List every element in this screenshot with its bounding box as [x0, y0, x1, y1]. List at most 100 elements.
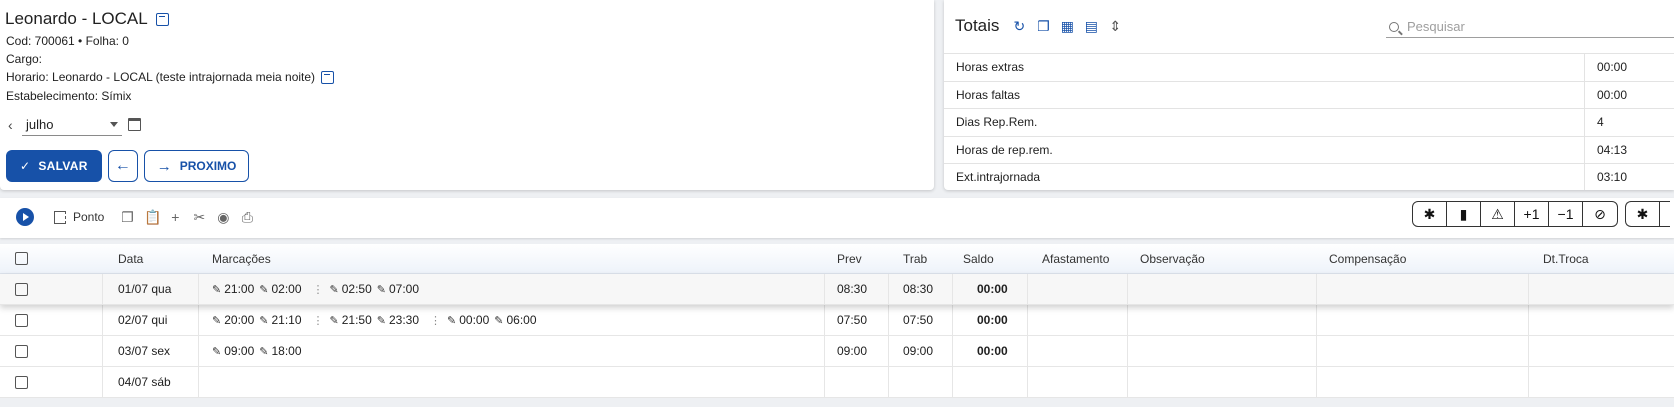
- header-data[interactable]: Data: [103, 244, 199, 273]
- afastamento-cell[interactable]: [1028, 336, 1128, 366]
- punch-entry[interactable]: ✎ 00:00: [447, 313, 489, 327]
- punch-entry[interactable]: ✎ 21:10: [259, 313, 301, 327]
- header-compensacao[interactable]: Compensação: [1317, 244, 1529, 273]
- chevron-left-icon[interactable]: ‹: [8, 117, 22, 133]
- punch-entry[interactable]: ✎ 02:00: [259, 282, 301, 296]
- table-row[interactable]: 03/07 sex ✎ 09:00 ✎ 18:00 09:00 09:00 00:00: [0, 336, 1674, 367]
- header-prev[interactable]: Prev: [825, 244, 889, 273]
- next-button[interactable]: → PROXIMO: [143, 150, 250, 182]
- action-buttons: ✓ SALVAR ← → PROXIMO: [6, 150, 250, 182]
- previous-button[interactable]: ←: [107, 150, 138, 182]
- plus-one-button[interactable]: +1: [1515, 202, 1549, 226]
- marcacoes-cell[interactable]: ✎ 09:00 ✎ 18:00: [199, 336, 825, 366]
- saldo-cell: 00:00: [953, 336, 1028, 366]
- asterisk-button[interactable]: ✱: [1626, 202, 1660, 226]
- punch-time: 18:00: [271, 344, 302, 358]
- calendar-edit-icon[interactable]: [128, 118, 141, 131]
- save-button[interactable]: ✓ SALVAR: [6, 150, 102, 182]
- punch-entry[interactable]: ✎ 18:00: [259, 344, 301, 358]
- row-checkbox[interactable]: [15, 282, 28, 296]
- header-trab[interactable]: Trab: [889, 244, 953, 273]
- dt-troca-cell[interactable]: [1529, 274, 1674, 304]
- row-checkbox[interactable]: [15, 344, 28, 358]
- afastamento-cell[interactable]: [1028, 367, 1128, 397]
- observacao-cell[interactable]: [1128, 367, 1317, 397]
- minus-one-button[interactable]: −1: [1549, 202, 1583, 226]
- extra-button[interactable]: [1660, 202, 1670, 226]
- table-row[interactable]: 02/07 qui ✎ 20:00 ✎ 21:10 ⋮ ✎ 21:50 ✎ 23:30 ⋮ ✎ 00:0…: [0, 305, 1674, 336]
- open-employee-icon[interactable]: [155, 12, 169, 26]
- date-cell: 02/07 qui: [103, 305, 199, 335]
- totals-row: Ext.intrajornada 03:10: [944, 163, 1674, 190]
- date-cell: 03/07 sex: [103, 336, 199, 366]
- header-observacao[interactable]: Observação: [1128, 244, 1317, 273]
- punch-entry[interactable]: ✎ 20:00: [212, 313, 254, 327]
- punch-entry[interactable]: ✎ 07:00: [377, 282, 419, 296]
- observacao-cell[interactable]: [1128, 336, 1317, 366]
- asterisk-button[interactable]: ✱: [1413, 202, 1447, 226]
- compensacao-cell[interactable]: [1317, 274, 1529, 304]
- punch-entry[interactable]: ✎ 23:30: [377, 313, 419, 327]
- row-checkbox[interactable]: [15, 375, 28, 389]
- eye-icon[interactable]: ◉: [216, 209, 230, 226]
- saldo-cell: 00:00: [953, 274, 1028, 304]
- copy-icon[interactable]: ❐: [120, 209, 134, 226]
- ponto-label[interactable]: Ponto: [73, 210, 104, 224]
- punch-entry[interactable]: ✎ 02:50: [330, 282, 372, 296]
- table-row[interactable]: 01/07 qua ✎ 21:00 ✎ 02:00 ⋮ ✎ 02:50 ✎ 07:00 08:30 0…: [0, 274, 1674, 305]
- header-saldo[interactable]: Saldo: [953, 244, 1028, 273]
- ponto-panel-icon[interactable]: [54, 210, 66, 224]
- warning-button[interactable]: ⚠: [1481, 202, 1515, 226]
- observacao-cell[interactable]: [1128, 305, 1317, 335]
- header-marcacoes[interactable]: Marcações: [199, 244, 825, 273]
- compensacao-cell[interactable]: [1317, 336, 1529, 366]
- play-icon[interactable]: [16, 208, 34, 226]
- compensacao-cell[interactable]: [1317, 305, 1529, 335]
- trab-cell: 09:00: [889, 336, 953, 366]
- print-icon[interactable]: ⎙: [240, 209, 254, 226]
- observacao-cell[interactable]: [1128, 274, 1317, 304]
- prev-cell: 09:00: [825, 336, 889, 366]
- punch-entry[interactable]: ✎ 09:00: [212, 344, 254, 358]
- calculator-icon[interactable]: ▦: [1060, 18, 1074, 35]
- add-icon[interactable]: +: [168, 209, 182, 225]
- punch-entry[interactable]: ✎ 06:00: [494, 313, 536, 327]
- open-horario-icon[interactable]: [321, 70, 335, 84]
- search-input[interactable]: Pesquisar: [1407, 19, 1465, 34]
- dt-troca-cell[interactable]: [1529, 336, 1674, 366]
- month-select[interactable]: julho: [22, 113, 122, 136]
- toolbar-left: Ponto ❐ 📋 + ✂ ◉ ⎙: [16, 208, 254, 226]
- afastamento-cell[interactable]: [1028, 305, 1128, 335]
- extra-buttons: ✱: [1625, 201, 1670, 227]
- pencil-icon: ✎: [329, 314, 339, 327]
- header-dt-troca[interactable]: Dt.Troca: [1529, 244, 1674, 273]
- grid-header: Data Marcações Prev Trab Saldo Afastamen…: [0, 244, 1674, 274]
- search-field[interactable]: Pesquisar: [1386, 16, 1674, 38]
- paste-icon[interactable]: 📋: [144, 209, 161, 226]
- totals-header: Totais ↻ ❐ ▦ ▤ ⇕: [955, 16, 1122, 36]
- dt-troca-cell[interactable]: [1529, 367, 1674, 397]
- punch-entry[interactable]: ✎ 21:00: [212, 282, 254, 296]
- compensacao-cell[interactable]: [1317, 367, 1529, 397]
- table-row[interactable]: 04/07 sáb: [0, 367, 1674, 398]
- afastamento-cell[interactable]: [1028, 274, 1128, 304]
- copy-icon[interactable]: ❐: [1036, 18, 1050, 35]
- calendar-edit-icon[interactable]: ▤: [1084, 18, 1098, 35]
- row-checkbox[interactable]: [15, 313, 28, 327]
- block-button[interactable]: ⊘: [1583, 202, 1617, 226]
- punch-entry[interactable]: ✎ 21:50: [330, 313, 372, 327]
- header-afastamento[interactable]: Afastamento: [1028, 244, 1128, 273]
- tools-icon[interactable]: ✂: [192, 209, 206, 226]
- totals-table: Horas extras 00:00 Horas faltas 00:00 Di…: [944, 53, 1674, 190]
- dt-troca-cell[interactable]: [1529, 305, 1674, 335]
- unfold-icon[interactable]: ⇕: [1108, 18, 1122, 35]
- punch-time: 00:00: [459, 313, 490, 327]
- totals-label: Horas faltas: [944, 81, 1585, 108]
- refresh-icon[interactable]: ↻: [1012, 18, 1026, 35]
- marcacoes-cell[interactable]: ✎ 21:00 ✎ 02:00 ⋮ ✎ 02:50 ✎ 07:00: [199, 274, 825, 304]
- grid-body: 01/07 qua ✎ 21:00 ✎ 02:00 ⋮ ✎ 02:50 ✎ 07:00 08:30 0…: [0, 274, 1674, 398]
- marcacoes-cell[interactable]: [199, 367, 825, 397]
- select-all-checkbox[interactable]: [15, 252, 28, 265]
- bookmark-button[interactable]: ▮: [1447, 202, 1481, 226]
- marcacoes-cell[interactable]: ✎ 20:00 ✎ 21:10 ⋮ ✎ 21:50 ✎ 23:30 ⋮ ✎ 00:00 ✎ 06:00: [199, 305, 825, 335]
